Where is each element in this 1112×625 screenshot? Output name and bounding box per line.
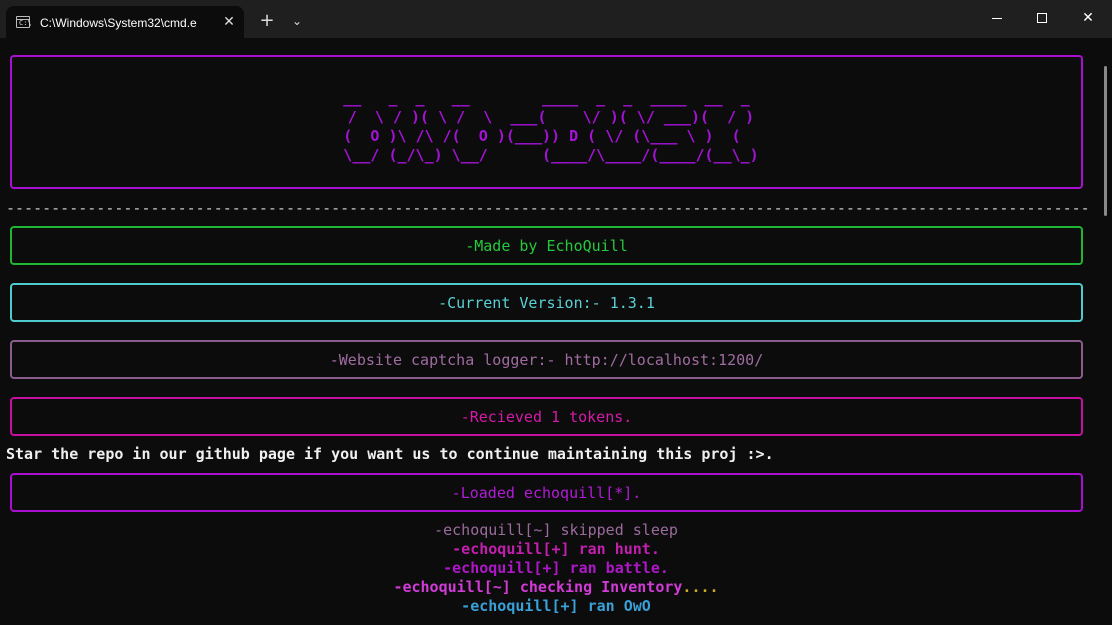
new-tab-button[interactable]: + — [257, 10, 277, 32]
version-box: -Current Version:- 1.3.1 — [10, 283, 1083, 322]
ascii-logo: __ _ _ __ ____ _ _ ____ __ _ / \ / )( \ … — [343, 89, 759, 164]
star-repo-notice: Star the repo in our github page if you … — [6, 445, 774, 463]
made-by-box: -Made by EchoQuill — [10, 226, 1083, 265]
loaded-text: -Loaded echoquill[*]. — [451, 484, 642, 502]
minimize-icon — [992, 17, 1002, 19]
log-line: -echoquill[~] checking Inventory.... — [0, 578, 1112, 597]
banner-box: __ _ _ __ ____ _ _ ____ __ _ / \ / )( \ … — [10, 55, 1083, 189]
close-window-button[interactable]: ✕ — [1065, 0, 1111, 36]
log-line: -echoquill[+] ran battle. — [443, 559, 669, 577]
tab-title: C:\Windows\System32\cmd.e — [40, 16, 197, 30]
version-text: -Current Version:- 1.3.1 — [438, 294, 655, 312]
website-box: -Website captcha logger:- http://localho… — [10, 340, 1083, 379]
separator-line: ----------------------------------------… — [6, 199, 1088, 217]
terminal-output[interactable]: __ _ _ __ ____ _ _ ____ __ _ / \ / )( \ … — [0, 38, 1112, 625]
close-tab-icon[interactable]: ✕ — [220, 13, 238, 31]
title-bar: C:\ C:\Windows\System32\cmd.e ✕ + ⌄ ✕ — [0, 0, 1112, 38]
loaded-box: -Loaded echoquill[*]. — [10, 473, 1083, 512]
maximize-button[interactable] — [1019, 0, 1065, 36]
cmd-icon: C:\ — [16, 16, 32, 28]
log-line: -echoquill[+] ran OwO — [461, 597, 651, 615]
tokens-box: -Recieved 1 tokens. — [10, 397, 1083, 436]
terminal-tab[interactable]: C:\ C:\Windows\System32\cmd.e ✕ — [6, 6, 244, 38]
inventory-dots: .... — [682, 578, 719, 596]
maximize-icon — [1037, 13, 1047, 23]
chevron-down-icon[interactable]: ⌄ — [287, 10, 307, 32]
log-line: -echoquill[~] skipped sleep — [434, 521, 678, 539]
made-by-text: -Made by EchoQuill — [465, 237, 628, 255]
log-line: -echoquill[+] ran hunt. — [452, 540, 660, 558]
tokens-text: -Recieved 1 tokens. — [460, 408, 633, 426]
website-text: -Website captcha logger:- http://localho… — [329, 351, 764, 369]
minimize-button[interactable] — [974, 0, 1020, 36]
scrollbar[interactable] — [1104, 66, 1107, 216]
inventory-text: -echoquill[~] checking Inventory — [393, 578, 683, 596]
